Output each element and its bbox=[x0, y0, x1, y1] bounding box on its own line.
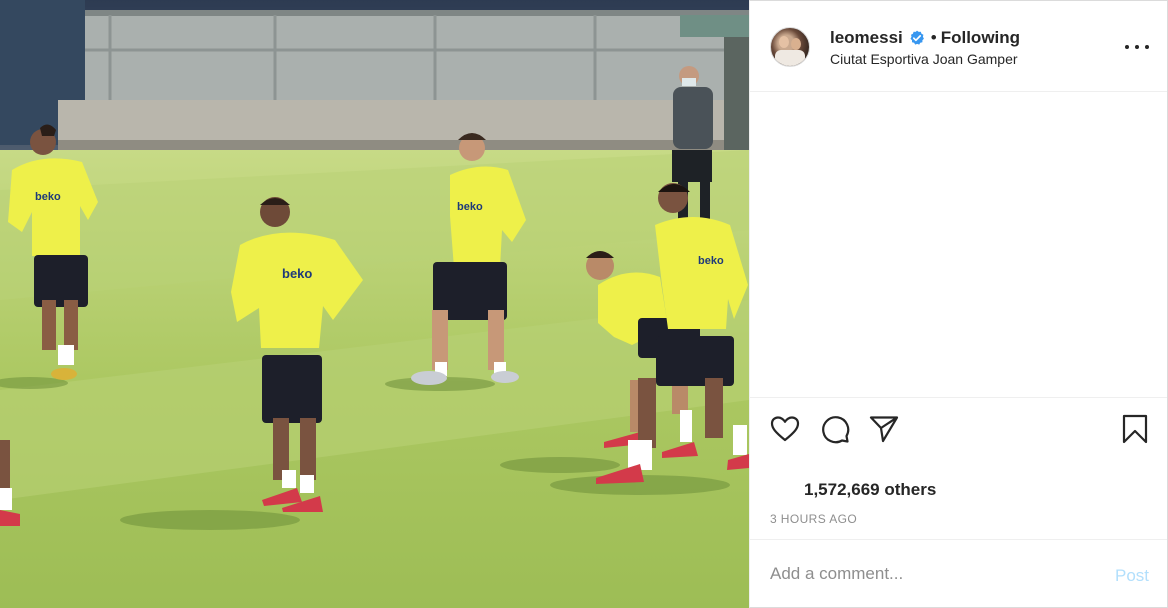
action-section: 1,572,669 others 3 HOURS AGO bbox=[750, 397, 1167, 539]
bookmark-icon[interactable] bbox=[1119, 413, 1151, 445]
comment-icon[interactable] bbox=[819, 413, 851, 445]
avatar-shirt bbox=[775, 50, 805, 66]
likes-count[interactable]: 1,572,669 others bbox=[804, 480, 936, 500]
send-icon[interactable] bbox=[868, 413, 900, 445]
more-dot bbox=[1125, 45, 1129, 49]
sponsor-text: beko bbox=[282, 266, 312, 281]
username-row: leomessi • Following bbox=[830, 28, 1020, 48]
more-dot bbox=[1135, 45, 1139, 49]
sponsor-text: beko bbox=[35, 191, 61, 203]
sponsor-text: beko bbox=[698, 255, 724, 267]
post-comment-button[interactable]: Post bbox=[1115, 566, 1149, 586]
comment-input[interactable] bbox=[770, 561, 1090, 587]
username-link[interactable]: leomessi bbox=[830, 28, 903, 48]
post-detail-pane: leomessi • Following Ciutat Esportiva Jo… bbox=[749, 0, 1168, 608]
separator-dot: • bbox=[930, 28, 937, 47]
more-dot bbox=[1145, 45, 1149, 49]
following-button[interactable]: Following bbox=[941, 28, 1020, 48]
training-scene: beko beko beko beko bbox=[0, 0, 749, 608]
comment-box: Post bbox=[750, 539, 1167, 607]
avatar[interactable] bbox=[770, 27, 810, 67]
avatar-face bbox=[779, 36, 789, 48]
verified-badge-icon bbox=[910, 30, 924, 45]
post-timestamp[interactable]: 3 HOURS AGO bbox=[770, 512, 857, 526]
avatar-face bbox=[791, 38, 801, 50]
heart-icon[interactable] bbox=[769, 413, 801, 445]
post-header: leomessi • Following Ciutat Esportiva Jo… bbox=[750, 1, 1167, 92]
more-options-icon[interactable] bbox=[1125, 37, 1149, 57]
post-photo[interactable]: beko beko beko beko bbox=[0, 0, 749, 608]
sponsor-text: beko bbox=[457, 201, 483, 213]
location-link[interactable]: Ciutat Esportiva Joan Gamper bbox=[830, 51, 1018, 67]
